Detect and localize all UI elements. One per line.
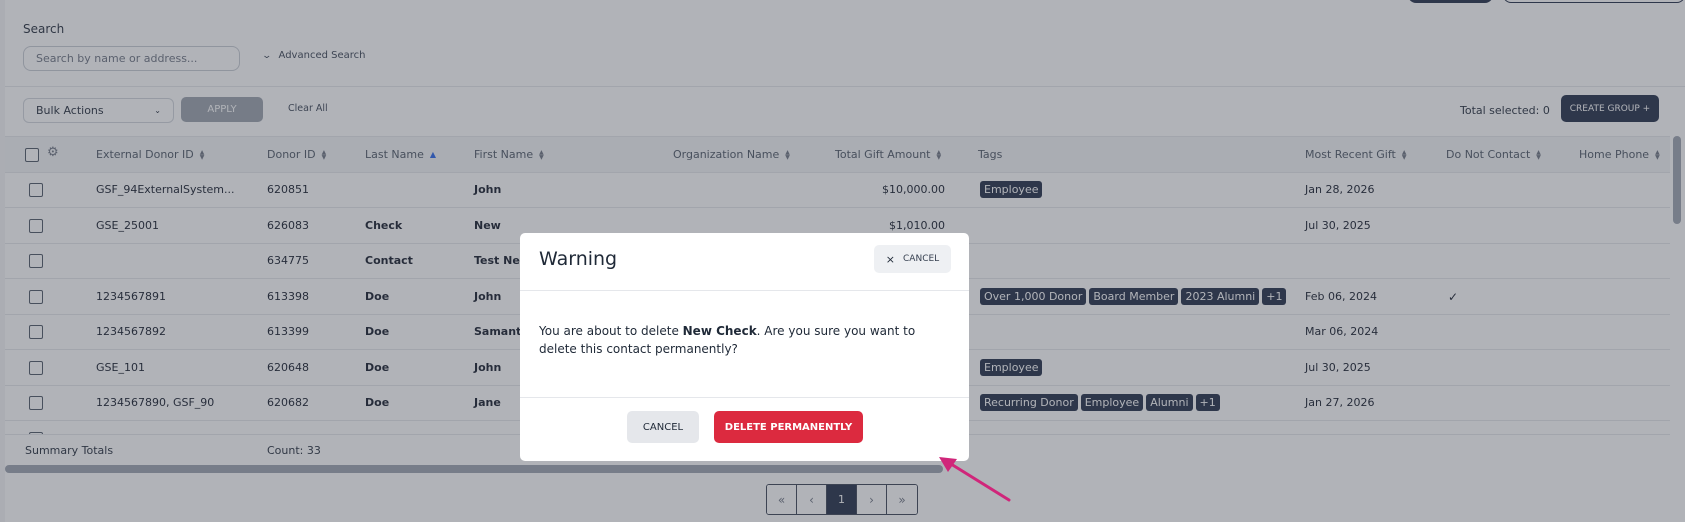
divider — [520, 290, 969, 291]
dialog-title: Warning — [539, 248, 618, 270]
dialog-close-button[interactable]: × CANCEL — [874, 245, 951, 273]
delete-permanently-button[interactable]: DELETE PERMANENTLY — [714, 411, 863, 443]
cancel-button[interactable]: CANCEL — [627, 411, 699, 443]
warning-dialog: Warning × CANCEL You are about to delete… — [520, 233, 969, 461]
dialog-close-label: CANCEL — [903, 254, 940, 264]
annotation-arrow — [939, 457, 1011, 502]
close-icon: × — [885, 252, 896, 266]
dialog-message: You are about to delete New Check. Are y… — [539, 324, 916, 356]
contact-name: New Check — [682, 324, 757, 338]
divider — [520, 397, 969, 398]
